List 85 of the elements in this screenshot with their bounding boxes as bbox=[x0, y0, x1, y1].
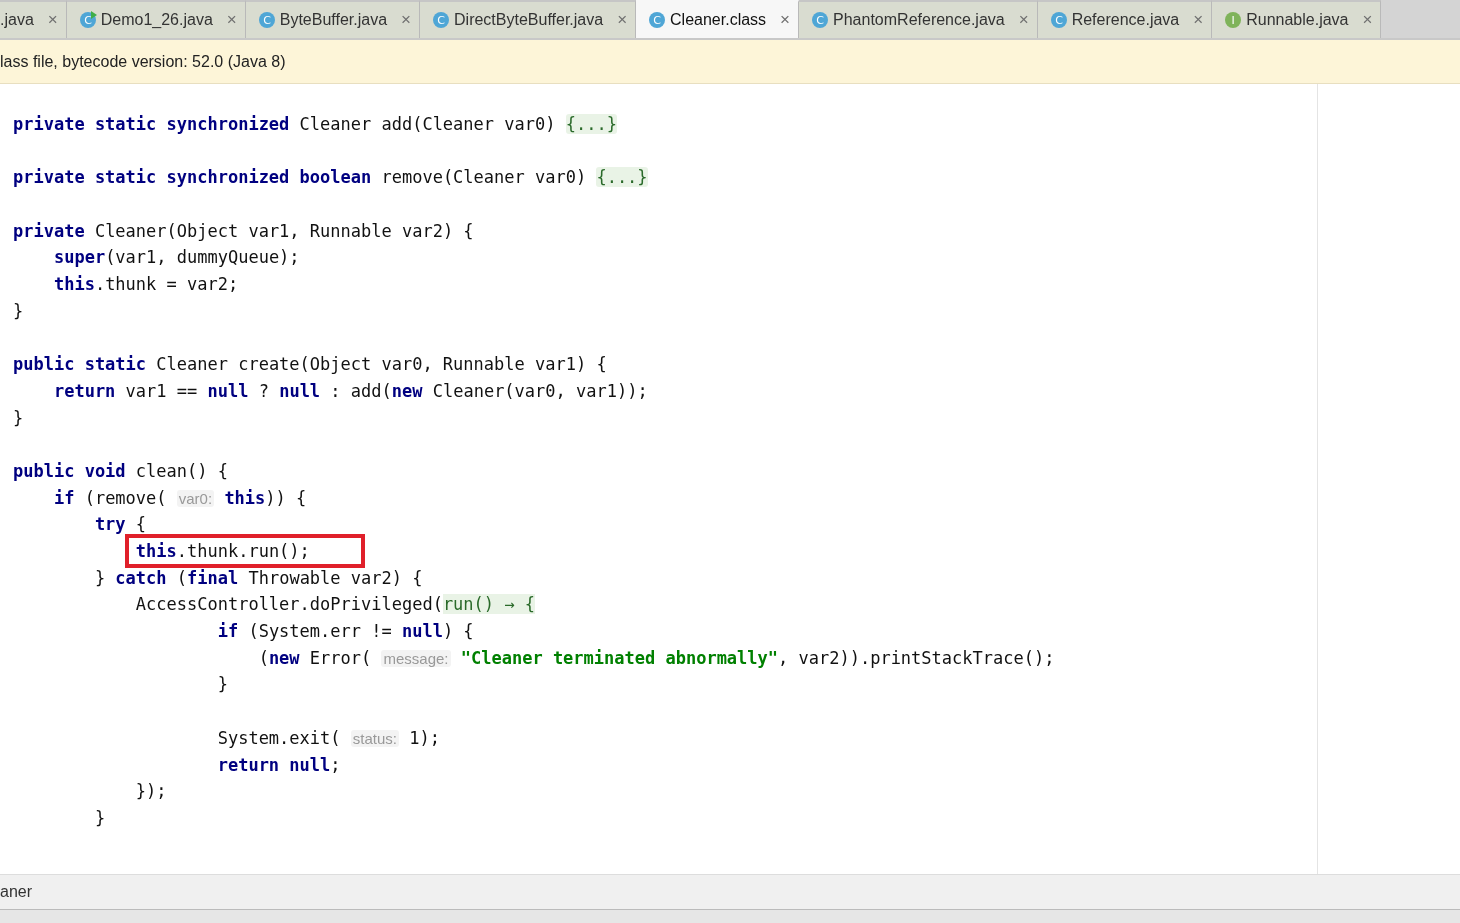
decompiled-notice: lass file, bytecode version: 52.0 (Java 8) bbox=[0, 40, 1460, 84]
editor-tab[interactable]: I Runnable.java × bbox=[1212, 0, 1382, 38]
close-icon[interactable]: × bbox=[397, 10, 411, 30]
code-text: var1 == bbox=[124, 380, 199, 401]
code-keyword: private static synchronized bbox=[13, 114, 290, 134]
parameter-hint: status: bbox=[350, 729, 399, 747]
code-text: Cleaner(var0, var1)); bbox=[431, 380, 648, 401]
close-icon[interactable]: × bbox=[222, 10, 237, 30]
code-keyword: private static synchronized boolean bbox=[13, 167, 372, 188]
class-icon: C bbox=[648, 11, 667, 29]
code-text: ( bbox=[257, 647, 269, 668]
code-text: )) { bbox=[265, 487, 307, 508]
class-icon: C bbox=[811, 11, 830, 29]
code-text: } bbox=[93, 807, 106, 828]
class-icon: C bbox=[78, 11, 97, 29]
code-keyword: catch bbox=[115, 567, 167, 588]
code-keyword: if bbox=[52, 487, 75, 508]
class-icon: C bbox=[1049, 11, 1068, 29]
code-text: AccessController.doPrivileged( bbox=[134, 594, 443, 615]
editor-tab[interactable]: C PhantomReference.java × bbox=[799, 0, 1038, 38]
code-text: } bbox=[216, 674, 228, 695]
code-keyword: return bbox=[52, 380, 116, 401]
code-text: 1); bbox=[408, 727, 440, 748]
code-text: : add( bbox=[329, 380, 392, 401]
code-keyword: super bbox=[52, 247, 106, 268]
code-keyword: public static bbox=[13, 354, 147, 375]
code-text: (remove( bbox=[83, 487, 168, 508]
code-keyword: if bbox=[216, 621, 239, 642]
code-keyword: public void bbox=[13, 460, 126, 481]
code-keyword: this bbox=[52, 274, 95, 295]
string-literal: "Cleaner terminated abnormally" bbox=[459, 647, 779, 668]
close-icon[interactable]: × bbox=[613, 10, 628, 30]
code-text: { bbox=[134, 514, 147, 535]
code-text: .thunk.run(); bbox=[176, 541, 310, 561]
editor-tab[interactable]: C Reference.java × bbox=[1037, 0, 1213, 38]
class-icon: C bbox=[257, 11, 276, 29]
code-text: }); bbox=[134, 781, 167, 802]
parameter-hint: var0: bbox=[176, 489, 215, 507]
editor-tab[interactable]: .java × bbox=[0, 0, 67, 38]
close-icon[interactable]: × bbox=[1014, 10, 1029, 30]
code-text: System.exit( bbox=[216, 727, 342, 748]
code-keyword: private bbox=[13, 220, 85, 241]
code-text: ? bbox=[257, 380, 270, 401]
code-text: (System.err != bbox=[247, 621, 393, 642]
code-keyword: null bbox=[401, 621, 443, 642]
code-keyword: this bbox=[134, 541, 177, 561]
code-keyword: null bbox=[207, 380, 249, 401]
code-text: Cleaner(Object var1, Runnable var2) { bbox=[93, 220, 474, 241]
editor-tab[interactable]: C ByteBuffer.java × bbox=[245, 0, 420, 38]
code-text: ( bbox=[175, 567, 188, 588]
code-keyword: final bbox=[187, 567, 239, 588]
code-text: .thunk = var2; bbox=[94, 274, 239, 295]
editor-tab[interactable]: C DirectByteBuffer.java × bbox=[420, 0, 637, 38]
code-text: } bbox=[13, 300, 24, 321]
code-keyword: new bbox=[268, 647, 300, 668]
code-text: remove(Cleaner var0) bbox=[380, 167, 588, 188]
close-icon[interactable]: × bbox=[1358, 10, 1373, 30]
close-icon[interactable]: × bbox=[1189, 10, 1204, 30]
code-text: Error( bbox=[308, 647, 373, 668]
lambda-fold: run() → { bbox=[442, 594, 535, 615]
code-keyword: return null bbox=[216, 754, 331, 775]
folded-code: {...} bbox=[565, 114, 617, 134]
breadcrumb[interactable]: aner bbox=[0, 883, 33, 901]
code-text: Cleaner add(Cleaner var0) bbox=[298, 114, 557, 134]
code-keyword: try bbox=[93, 514, 126, 535]
code-keyword: this bbox=[223, 487, 266, 508]
folded-code: {...} bbox=[596, 167, 648, 188]
close-icon[interactable]: × bbox=[776, 10, 791, 30]
close-icon[interactable]: × bbox=[43, 10, 58, 30]
parameter-hint: message: bbox=[381, 649, 451, 667]
editor-tab[interactable]: C Cleaner.class × bbox=[636, 0, 800, 38]
code-keyword: null bbox=[279, 380, 321, 401]
code-keyword: new bbox=[391, 380, 423, 401]
editor-tab[interactable]: C Demo1_26.java × bbox=[66, 0, 246, 38]
code-text: Throwable var2) { bbox=[247, 567, 423, 588]
code-text: } bbox=[93, 567, 107, 588]
class-icon: C bbox=[432, 11, 450, 29]
code-text: (var1, dummyQueue); bbox=[105, 247, 300, 268]
code-text: } bbox=[13, 407, 24, 428]
code-text: ) { bbox=[442, 621, 474, 642]
code-text: clean() { bbox=[134, 460, 228, 481]
interface-icon: I bbox=[1224, 11, 1243, 29]
code-text: , var2)).printStackTrace(); bbox=[778, 647, 1055, 668]
code-text: Cleaner create(Object var0, Runnable var1) { bbox=[155, 354, 607, 375]
code-text: ; bbox=[330, 754, 341, 775]
